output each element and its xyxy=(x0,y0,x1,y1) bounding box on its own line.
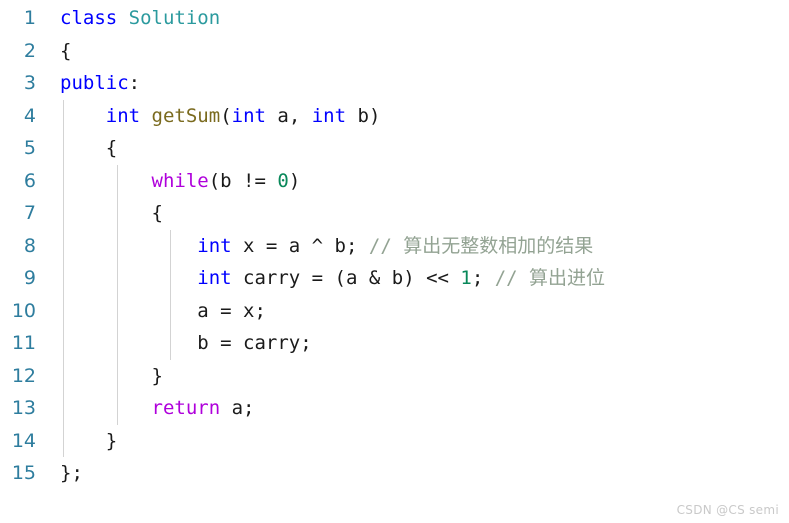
code-line-list[interactable]: 1 class Solution 2{3 public: 4 int getSum(in… xyxy=(0,2,789,490)
code-line[interactable]: 11 b = carry; xyxy=(0,327,789,360)
line-number: 5 xyxy=(23,137,36,159)
line-number: 1 xyxy=(23,7,36,29)
token-fn: getSum xyxy=(151,104,221,127)
line-number: 4 xyxy=(23,104,36,127)
token-pl: b = carry; xyxy=(60,332,312,354)
code-line[interactable]: 2{ xyxy=(0,35,789,68)
code-text[interactable]: { xyxy=(60,35,71,68)
line-number: 9 xyxy=(23,267,36,289)
code-line[interactable]: 9 int carry = (a & b) << 1; // 算出进位 xyxy=(0,262,789,295)
line-number: 3 xyxy=(23,72,36,94)
token-k: int xyxy=(197,267,232,289)
token-pl: x = a ^ b; xyxy=(231,234,369,257)
code-line[interactable]: 1 class Solution xyxy=(0,2,789,35)
line-number: 11 xyxy=(11,332,36,354)
code-line[interactable]: 4 int getSum(int a, int b) xyxy=(0,100,789,133)
line-number: 15 xyxy=(11,462,36,484)
token-num: 1 xyxy=(460,267,472,289)
token-pl: } xyxy=(60,364,163,387)
code-line[interactable]: 12 } xyxy=(0,360,789,393)
code-text[interactable]: } xyxy=(60,425,117,458)
token-num: 0 xyxy=(277,169,289,192)
csdn-watermark: CSDN @CS semi xyxy=(676,503,779,517)
code-text[interactable]: } xyxy=(60,360,163,393)
code-text[interactable]: { xyxy=(60,132,117,165)
token-pl: : xyxy=(128,72,141,94)
line-number: 8 xyxy=(23,234,36,257)
code-line[interactable]: 13 return a; xyxy=(0,392,789,425)
code-text[interactable]: a = x; xyxy=(60,295,266,328)
token-ctl: while xyxy=(151,169,209,192)
code-line[interactable]: 14 } xyxy=(0,425,789,458)
token-cm: // 算出进位 xyxy=(494,267,606,289)
code-text[interactable]: int getSum(int a, int b) xyxy=(60,100,381,133)
token-pl: b) xyxy=(346,104,381,127)
token-k: int xyxy=(311,104,347,127)
token-k: class xyxy=(60,7,118,29)
line-number: 12 xyxy=(11,364,36,387)
token-cm: // 算出无整数相加的结果 xyxy=(368,234,594,257)
code-line[interactable]: 6 while(b != 0) xyxy=(0,165,789,198)
token-pl: { xyxy=(60,202,163,224)
code-line[interactable]: 10 a = x; xyxy=(0,295,789,328)
line-number: 7 xyxy=(23,202,36,224)
token-pl: { xyxy=(60,137,118,159)
token-k: int xyxy=(197,234,232,257)
code-editor[interactable]: 1 class Solution 2{3 public: 4 int getSum(in… xyxy=(0,0,789,523)
line-number: 2 xyxy=(23,39,36,62)
token-pl: a, xyxy=(265,104,312,127)
token-ctl: return xyxy=(151,397,221,419)
token-pl: a; xyxy=(220,397,255,419)
line-number: 6 xyxy=(23,169,36,192)
line-number: 10 xyxy=(11,299,36,322)
token-pl: (b != xyxy=(208,169,278,192)
line-number: 14 xyxy=(11,429,36,452)
token-pl: }; xyxy=(60,462,83,484)
line-number: 13 xyxy=(11,397,36,419)
token-pl: ( xyxy=(220,104,232,127)
code-text[interactable]: public: xyxy=(60,67,140,100)
token-k: int xyxy=(105,104,141,127)
code-text[interactable]: return a; xyxy=(60,392,255,425)
code-text[interactable]: while(b != 0) xyxy=(60,165,301,198)
token-pl: { xyxy=(60,39,72,62)
code-text[interactable]: b = carry; xyxy=(60,327,312,360)
code-text[interactable]: int carry = (a & b) << 1; // 算出进位 xyxy=(60,262,605,295)
code-line[interactable]: 3 public: xyxy=(0,67,789,100)
code-text[interactable]: class Solution xyxy=(60,2,220,35)
token-pl: ) xyxy=(288,169,301,192)
token-pl: carry = (a & b) << xyxy=(231,267,461,289)
token-pl: } xyxy=(60,429,118,452)
code-line[interactable]: 5 { xyxy=(0,132,789,165)
code-line[interactable]: 8 int x = a ^ b; // 算出无整数相加的结果 xyxy=(0,230,789,263)
code-text[interactable]: { xyxy=(60,197,163,230)
code-text[interactable]: }; xyxy=(60,457,83,490)
code-text[interactable]: int x = a ^ b; // 算出无整数相加的结果 xyxy=(60,230,593,263)
token-pl: a = x; xyxy=(60,299,266,322)
token-ty: Solution xyxy=(128,7,221,29)
token-k: public xyxy=(60,72,129,94)
code-line[interactable]: 15}; xyxy=(0,457,789,490)
token-pl: ; xyxy=(471,267,495,289)
code-line[interactable]: 7 { xyxy=(0,197,789,230)
token-k: int xyxy=(231,104,266,127)
